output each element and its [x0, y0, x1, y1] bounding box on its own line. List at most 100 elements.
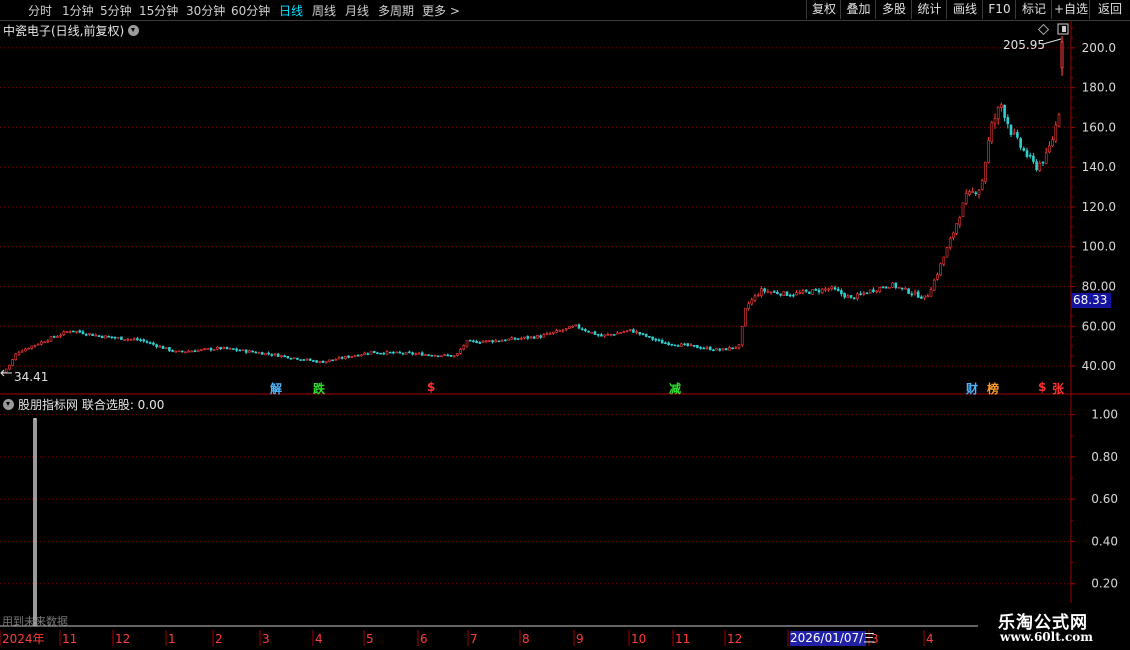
candle-body: [632, 329, 635, 333]
candle-body: [747, 303, 750, 309]
event-marker-1[interactable]: 跌: [313, 380, 325, 397]
candle-body: [692, 344, 696, 347]
chevron-down-icon[interactable]: [3, 399, 14, 410]
candle-body: [238, 349, 242, 352]
candle-body: [161, 345, 165, 349]
event-marker-5[interactable]: 榜: [987, 380, 999, 397]
candle-body: [1022, 148, 1026, 151]
candle-body: [49, 336, 53, 342]
candle-body: [708, 346, 712, 351]
candle-body: [180, 350, 184, 353]
candle-body: [254, 351, 258, 354]
timeframe-6[interactable]: 日线: [279, 2, 303, 19]
candle-body: [923, 295, 926, 299]
candle-body: [369, 351, 373, 355]
candle-body: [113, 336, 117, 339]
candle-body: [721, 348, 725, 351]
candle-body: [865, 292, 869, 295]
event-marker-0[interactable]: 解: [270, 380, 282, 397]
time-label: 7: [470, 632, 478, 646]
event-marker-4[interactable]: 财: [966, 380, 978, 397]
candle-body: [152, 342, 155, 345]
candle-body: [868, 289, 872, 294]
timeframe-10[interactable]: 更多 >: [422, 2, 460, 19]
timeframe-7[interactable]: 周线: [312, 2, 336, 19]
event-marker-7[interactable]: 张: [1052, 380, 1064, 397]
candle-body: [88, 333, 91, 335]
candle-body: [20, 350, 24, 353]
candle-body: [347, 355, 350, 358]
candle-body: [241, 349, 245, 352]
candle-body: [964, 193, 968, 204]
candle-body: [177, 350, 181, 353]
candle-body: [715, 348, 718, 351]
timeframe-3[interactable]: 15分钟: [139, 2, 178, 19]
max-pointer: [1042, 38, 1062, 45]
event-marker-2[interactable]: $: [427, 380, 435, 394]
toolbar-button-3[interactable]: 统计: [911, 0, 947, 19]
candle-body: [430, 354, 434, 357]
chart-canvas[interactable]: 200.0 180.0 160.0 140.0 120.0 100.0 80.00 60.00…: [0, 0, 1130, 650]
candle-body: [321, 360, 325, 363]
toolbar-button-5[interactable]: F10: [982, 0, 1016, 19]
candle-body: [494, 340, 498, 343]
timeframe-5[interactable]: 60分钟: [231, 2, 270, 19]
candle-body: [11, 359, 14, 366]
timeframe-8[interactable]: 月线: [345, 2, 369, 19]
candle-body: [302, 359, 306, 361]
candle-body: [545, 333, 549, 335]
toolbar-button-8[interactable]: 返回: [1089, 0, 1130, 19]
price-tick-label: 140.0: [1082, 160, 1116, 174]
event-marker-6[interactable]: $: [1038, 380, 1046, 394]
timeframe-1[interactable]: 1分钟: [62, 2, 94, 19]
candle-body: [609, 333, 613, 336]
toolbar-button-0[interactable]: 复权: [806, 0, 841, 19]
timeframe-9[interactable]: 多周期: [378, 2, 414, 19]
candle-body: [600, 334, 603, 337]
candle-body: [932, 279, 936, 291]
timeframe-2[interactable]: 5分钟: [100, 2, 132, 19]
candle-body: [990, 122, 994, 142]
candle-body: [648, 336, 651, 338]
event-marker-3[interactable]: 减: [669, 380, 681, 397]
candle-body: [350, 356, 354, 358]
candle-body: [705, 347, 709, 349]
candle-body: [673, 344, 677, 347]
candle-body: [184, 351, 187, 354]
toolbar-button-7[interactable]: +自选: [1051, 0, 1090, 19]
candle-body: [689, 344, 693, 347]
candle-body: [798, 292, 802, 294]
timeframe-0[interactable]: 分时: [28, 2, 52, 19]
candle-body: [750, 299, 754, 305]
current-price-tag: 68.33: [1071, 293, 1111, 308]
toolbar-button-4[interactable]: 画线: [946, 0, 983, 19]
candle-body: [568, 326, 571, 330]
candle-body: [478, 342, 482, 344]
candle-body: [542, 334, 546, 338]
chevron-down-icon[interactable]: [128, 25, 140, 36]
candle-body: [520, 337, 523, 340]
time-label: 2: [215, 632, 223, 646]
main-chart-title[interactable]: 中瓷电子(日线,前复权): [3, 22, 140, 39]
candle-body: [977, 189, 981, 195]
candle-body: [843, 293, 846, 298]
candle-body: [859, 293, 862, 296]
candle-body: [971, 191, 974, 193]
candle-body: [814, 288, 818, 291]
toolbar-button-6[interactable]: 标记: [1015, 0, 1052, 19]
candle-body: [500, 340, 504, 342]
candle-body: [8, 364, 11, 370]
indicator-title[interactable]: 股朋指标网 联合选股: 0.00: [3, 396, 164, 413]
candle-body: [952, 232, 955, 239]
toolbar-button-2[interactable]: 多股: [875, 0, 912, 19]
candle-body: [724, 348, 728, 351]
timeframe-4[interactable]: 30分钟: [186, 2, 225, 19]
candle-body: [760, 288, 763, 296]
candle-body: [84, 334, 88, 336]
candle-body: [280, 355, 283, 357]
candle-body: [292, 357, 296, 360]
candle-body: [468, 339, 472, 342]
candle-body: [472, 340, 475, 343]
toolbar-button-1[interactable]: 叠加: [840, 0, 876, 19]
candle-body: [884, 286, 888, 289]
